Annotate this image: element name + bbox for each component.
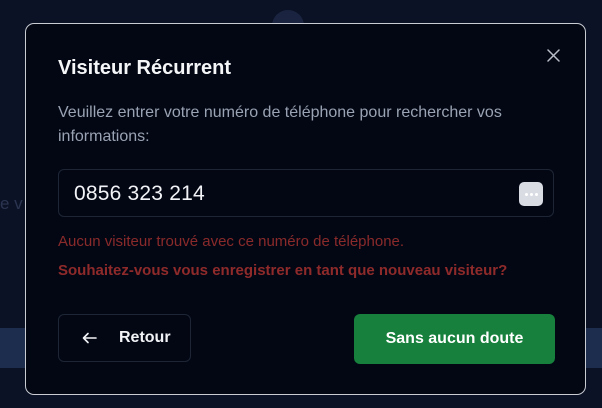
- phone-number-input[interactable]: 0856 323 214: [58, 169, 554, 217]
- returning-visitor-dialog: Visiteur Récurrent Veuillez entrer votre…: [25, 23, 586, 395]
- register-prompt: Souhaitez-vous vous enregistrer en tant …: [58, 262, 508, 279]
- close-icon: [546, 48, 560, 62]
- phone-number-value[interactable]: 0856 323 214: [74, 170, 205, 218]
- error-message: Aucun visiteur trouvé avec ce numéro de …: [58, 233, 405, 250]
- dialog-description: Veuillez entrer votre numéro de téléphon…: [58, 104, 502, 145]
- back-button-label: Retour: [119, 329, 171, 346]
- confirm-button[interactable]: Sans aucun doute: [354, 314, 555, 364]
- arrow-left-icon: [81, 330, 97, 346]
- back-button[interactable]: Retour: [58, 314, 191, 362]
- dialog-title: Visiteur Récurrent: [58, 57, 232, 79]
- close-button[interactable]: [543, 45, 563, 65]
- more-horizontal-icon[interactable]: [519, 182, 543, 206]
- background-text: e v: [0, 194, 23, 213]
